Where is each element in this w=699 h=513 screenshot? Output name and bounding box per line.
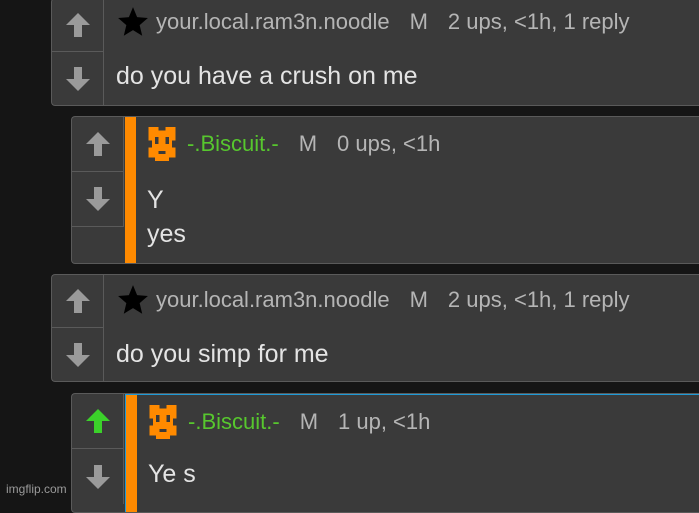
arrow-up-icon (65, 13, 90, 37)
arrow-down-icon (85, 186, 110, 211)
arrow-down-icon (65, 342, 90, 367)
arrow-down-icon (65, 66, 90, 91)
downvote-button[interactable] (52, 328, 103, 381)
comment-card: your.local.ram3n.noodle M 2 ups, <1h, 1 … (51, 274, 699, 382)
username-link[interactable]: -.Biscuit.- (188, 409, 280, 435)
star-icon (118, 285, 148, 314)
comment-text: do you have a crush on me (116, 62, 418, 90)
comment-stats: 2 ups, <1h, 1 reply (447, 287, 630, 312)
arrow-up-icon (85, 131, 110, 156)
upvote-button[interactable] (52, 0, 103, 52)
comment-text: do you simp for me (116, 340, 329, 368)
mod-badge: M (299, 409, 319, 434)
comment-meta: your.local.ram3n.noodle M 2 ups, <1h, 1 … (116, 283, 699, 317)
comment-stats: 2 ups, <1h, 1 reply (447, 9, 630, 34)
pixel-biscuit-avatar-icon (148, 127, 176, 161)
comment-meta: your.local.ram3n.noodle M 2 ups, <1h, 1 … (116, 5, 699, 39)
reply-stripe (126, 395, 137, 512)
comment-stats: 1 up, <1h (338, 409, 431, 434)
arrow-down-icon (85, 464, 110, 489)
downvote-button[interactable] (72, 449, 123, 504)
downvote-button[interactable] (52, 52, 103, 105)
username-link[interactable]: your.local.ram3n.noodle (156, 9, 390, 35)
arrow-up-icon (65, 289, 90, 313)
comment-text: Ye s (148, 460, 196, 488)
arrow-up-icon (85, 409, 110, 433)
watermark: imgflip.com (6, 482, 67, 496)
comment-meta: -.Biscuit.- M 0 ups, <1h (145, 127, 699, 161)
upvote-button[interactable] (72, 117, 123, 172)
reply-card: -.Biscuit.- M 0 ups, <1h Y yes (71, 116, 699, 264)
username-link[interactable]: your.local.ram3n.noodle (156, 287, 390, 313)
vote-column (52, 275, 104, 381)
comment-card: your.local.ram3n.noodle M 2 ups, <1h, 1 … (51, 0, 699, 106)
upvote-button[interactable] (52, 275, 103, 328)
vote-column (72, 117, 124, 227)
reply-stripe (125, 117, 136, 263)
reply-card: -.Biscuit.- M 1 up, <1h Ye s (71, 393, 699, 513)
upvote-button-active[interactable] (72, 394, 123, 449)
mod-badge: M (409, 9, 428, 34)
mod-badge: M (298, 131, 318, 156)
mod-badge: M (409, 287, 428, 312)
downvote-button[interactable] (72, 172, 123, 227)
comment-text: Y yes (147, 186, 186, 248)
username-link[interactable]: -.Biscuit.- (187, 131, 279, 157)
comment-stats: 0 ups, <1h (337, 131, 441, 156)
vote-column (52, 0, 104, 105)
star-icon (118, 7, 148, 36)
comment-meta: -.Biscuit.- M 1 up, <1h (146, 405, 699, 439)
vote-column (72, 394, 124, 504)
pixel-biscuit-avatar-icon (149, 405, 177, 439)
